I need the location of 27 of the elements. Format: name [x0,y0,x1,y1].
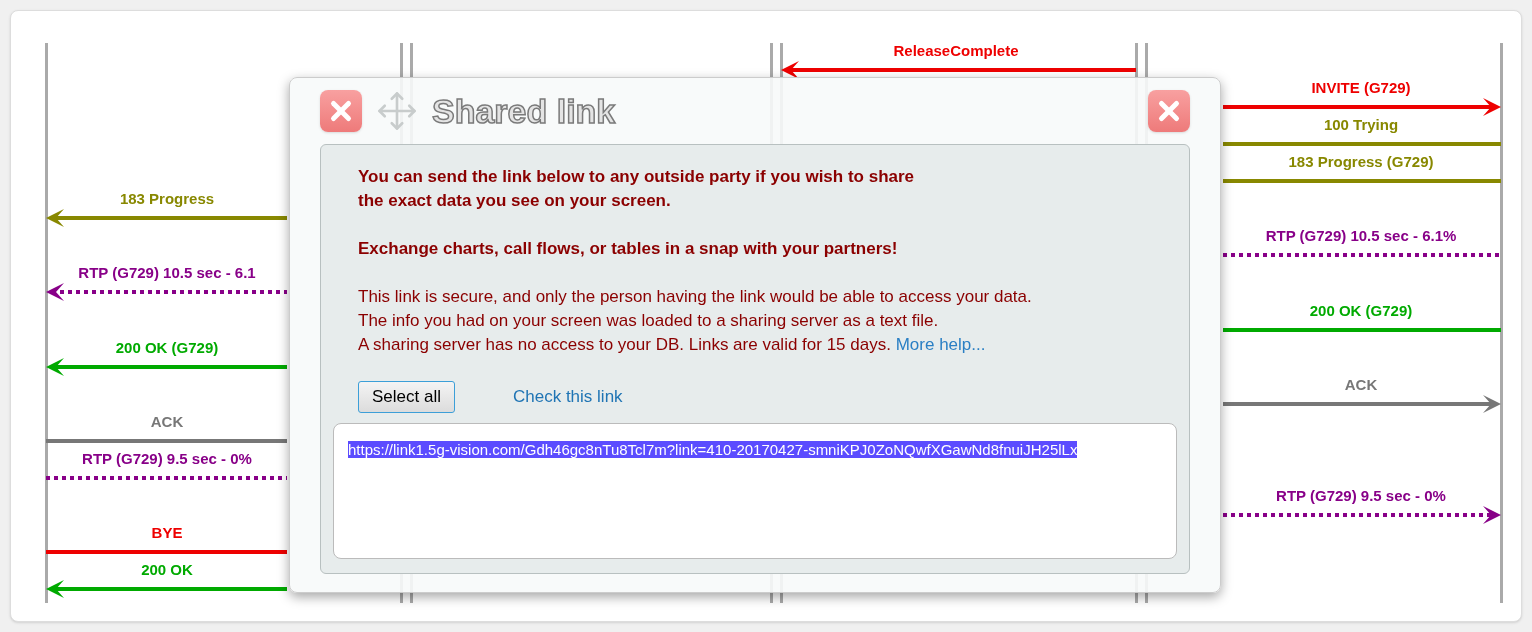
message-label: 200 OK (G729) [115,338,219,357]
message-label: 200 OK [141,561,193,580]
message-label: 100 Trying [1323,116,1399,135]
message-label: INVITE (G729) [1311,79,1411,98]
message-label: RTP (G729) 10.5 sec - 6.1% [1265,227,1457,246]
message-label: RTP (G729) 9.5 sec - 0% [1276,486,1446,505]
intro-text: You can send the link below to any outside party if you wish to share the exact data you see on your screen. [358,166,916,212]
message-label: ACK [150,412,184,431]
message-label: 200 OK (G729) [1309,301,1413,320]
message-label: 183 Progress [119,190,215,209]
close-button[interactable] [1148,90,1190,132]
help-link[interactable]: More help... [895,335,986,354]
message-label: BYE [151,524,183,543]
message-label: ReleaseComplete [893,42,1019,60]
close-button[interactable] [320,90,362,132]
message-label: RTP (G729) 10.5 sec - 6.1 [78,264,256,283]
check-link[interactable]: Check this link [513,384,623,410]
message-label: RTP (G729) 9.5 sec - 0% [82,449,252,468]
move-icon[interactable] [376,90,418,132]
select-all-button[interactable]: Select all [358,381,455,413]
dialog-title: Shared link [432,90,616,132]
message-label: ACK [1344,375,1378,394]
link-field[interactable]: https://link1.5g-vision.com/Gdh46gc8nTu8Tcl7m?link=410-20170427-smniKPJ0ZoNQwfXGawNd8fnuiJH25lLx [333,422,1177,559]
link-url: https://link1.5g-vision.com/Gdh46gc8nTu8Tcl7m?link=410-20170427-smniKPJ0ZoNQwfXGawNd8fnuiJH25lLx [348,440,1078,458]
info-text: This link is secure, and only the person having the link would be able to access your data. The info you had on your screen was loaded to a sharing server as a text file. A sharing server has no access to your DB. Links are valid for 15 days. More help... [358,286,1033,356]
message-label: 183 Progress (G729) [1288,153,1434,172]
slogan-text: Exchange charts, call flows, or tables in a snap with your partners! [358,238,899,260]
